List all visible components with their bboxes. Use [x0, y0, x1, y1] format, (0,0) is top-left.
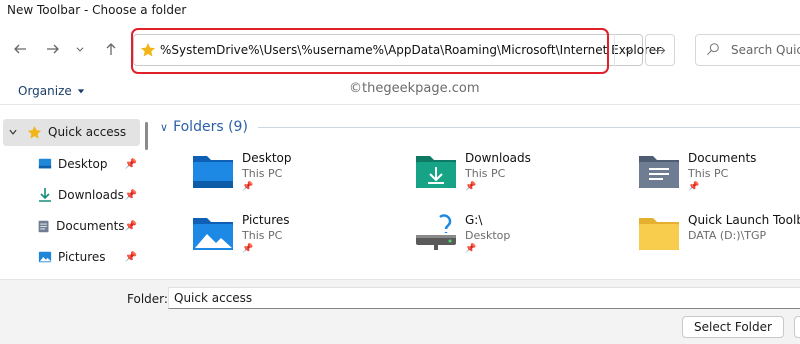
- pin-icon: 📌: [124, 220, 137, 232]
- chevron-down-icon[interactable]: [8, 127, 18, 137]
- folder-name: Downloads: [465, 151, 531, 165]
- address-dropdown-button[interactable]: [614, 34, 643, 66]
- document-icon: [38, 220, 49, 232]
- pin-icon: 📌: [465, 244, 477, 254]
- folder-name: Pictures: [242, 213, 290, 227]
- back-button[interactable]: [7, 36, 33, 62]
- sidebar-item-quick-access-content: Quick access: [8, 121, 126, 143]
- pin-icon: 📌: [242, 182, 254, 192]
- pin-icon: 📌: [124, 251, 137, 263]
- folder-name: Documents: [688, 151, 757, 165]
- pin-icon: 📌: [124, 189, 137, 201]
- sidebar-item-label: Quick access: [48, 125, 127, 139]
- folder-location: This PC: [688, 167, 729, 180]
- pin-icon: 📌: [242, 244, 254, 254]
- recent-locations-button[interactable]: [70, 36, 90, 62]
- download-icon: [39, 188, 51, 202]
- group-title: Folders (9): [173, 119, 248, 135]
- sidebar-item-downloads[interactable]: Downloads 📌: [37, 184, 137, 206]
- divider: [0, 104, 800, 105]
- pin-icon: 📌: [465, 182, 477, 192]
- title-bar: New Toolbar - Choose a folder: [0, 0, 800, 22]
- organize-button[interactable]: Organize: [18, 84, 85, 98]
- sidebar-item-documents[interactable]: Documents 📌: [37, 215, 137, 237]
- arrow-up-icon: [106, 43, 116, 55]
- star-icon: [27, 125, 42, 139]
- cancel-button[interactable]: [794, 316, 800, 338]
- folder-name: Quick Launch Toolbar: [688, 213, 800, 227]
- folder-name: Desktop: [242, 151, 292, 165]
- folder-icon: [639, 218, 679, 250]
- search-icon: [706, 43, 719, 56]
- sidebar-item-desktop[interactable]: Desktop 📌: [37, 153, 137, 175]
- folder-tile-downloads[interactable]: Downloads This PC 📌: [415, 151, 625, 203]
- folders-group-header[interactable]: ∨ Folders (9): [160, 116, 800, 138]
- pin-icon: 📌: [688, 182, 700, 192]
- chevron-down-icon: ∨: [160, 120, 169, 134]
- documents-folder-icon: [639, 156, 679, 188]
- folder-location: This PC: [242, 167, 283, 180]
- sidebar-item-pictures[interactable]: Pictures 📌: [37, 246, 137, 268]
- window-title: New Toolbar - Choose a folder: [7, 3, 187, 17]
- pictures-folder-icon: [193, 218, 233, 250]
- watermark: ©thegeekpage.com: [349, 81, 480, 96]
- folder-tile-quick-launch[interactable]: Quick Launch Toolbar DATA (D:)\TGP: [638, 213, 800, 265]
- sidebar-item-label: Downloads: [58, 188, 124, 202]
- chevron-down-icon: [625, 48, 633, 53]
- folder-location: Desktop: [465, 229, 511, 242]
- organize-label: Organize: [18, 84, 72, 98]
- folder-input-value: Quick access: [174, 291, 253, 305]
- folder-tile-network-drive[interactable]: G:\ Desktop 📌: [415, 213, 625, 265]
- arrow-right-icon: [47, 44, 59, 54]
- caret-down-icon: [77, 89, 84, 94]
- folder-location: DATA (D:)\TGP: [688, 229, 767, 242]
- group-divider: [257, 126, 800, 128]
- sidebar-item-label: Documents: [56, 219, 125, 233]
- folder-tile-desktop[interactable]: Desktop This PC 📌: [192, 151, 402, 203]
- sidebar-item-label: Pictures: [58, 250, 106, 264]
- network-drive-icon: [416, 214, 456, 250]
- folder-input[interactable]: Quick access: [168, 287, 800, 309]
- sidebar-item-label: Desktop: [58, 157, 108, 171]
- downloads-folder-icon: [416, 156, 456, 188]
- folder-location: This PC: [465, 167, 506, 180]
- desktop-icon: [38, 158, 52, 169]
- folder-label: Folder:: [127, 292, 168, 306]
- sidebar-scrollbar[interactable]: [145, 122, 148, 150]
- search-input[interactable]: Search Quick: [731, 43, 800, 57]
- folder-location: This PC: [242, 229, 283, 242]
- address-highlight: [131, 28, 609, 74]
- arrow-left-icon: [14, 44, 26, 54]
- select-folder-button[interactable]: Select Folder: [682, 316, 784, 338]
- go-button[interactable]: [645, 34, 675, 66]
- forward-button[interactable]: [40, 36, 66, 62]
- desktop-folder-icon: [193, 156, 233, 188]
- folder-tile-documents[interactable]: Documents This PC 📌: [638, 151, 800, 203]
- folder-tile-pictures[interactable]: Pictures This PC 📌: [192, 213, 402, 265]
- chevron-down-icon: [76, 47, 84, 52]
- pin-icon: 📌: [124, 158, 137, 170]
- up-button[interactable]: [98, 36, 124, 62]
- folder-name: G:\: [465, 213, 483, 227]
- arrow-right-icon: [655, 46, 665, 54]
- pictures-icon: [38, 251, 52, 263]
